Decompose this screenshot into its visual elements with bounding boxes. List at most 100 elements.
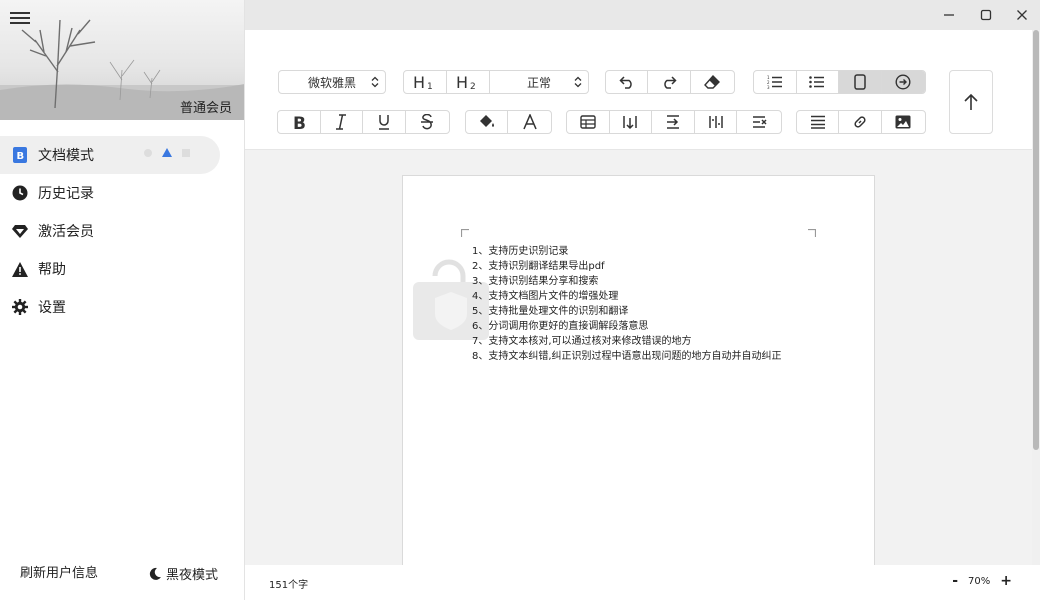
svg-text:H: H [413,74,425,90]
status-bar: 151个字 - 70% + [245,565,1040,600]
export-button[interactable] [881,71,925,93]
align-justify-button[interactable] [797,111,840,133]
undo-button[interactable] [606,71,649,93]
dark-mode-toggle[interactable]: 黑夜模式 [148,564,218,583]
arrow-up-icon [964,93,978,110]
page-view-button[interactable] [839,71,882,93]
maximize-icon [980,9,992,21]
font-family-select[interactable]: 微软雅黑 [278,70,386,94]
svg-text:B: B [17,151,25,162]
sidebar-item-activate-member[interactable]: 激活会员 [0,212,244,250]
document-line: 1、支持历史识别记录 [472,246,569,257]
paragraph-style-value: 正常 [526,75,551,90]
insert-row-icon [667,115,680,129]
sidebar-item-settings[interactable]: 设置 [0,288,244,326]
dark-mode-label: 黑夜模式 [166,568,219,583]
svg-text:2: 2 [470,82,476,90]
minimize-icon [944,14,954,16]
title-bar [245,0,1040,30]
scrollbar-thumb[interactable] [1033,30,1039,450]
arrow-circle-right-icon [895,74,911,90]
zoom-control: - 70% + [952,573,1012,589]
select-arrows-icon [371,76,379,88]
insert-link-button[interactable] [839,111,882,133]
bold-button[interactable]: B [278,111,321,133]
sidebar-item-help[interactable]: 帮助 [0,250,244,288]
close-button[interactable] [1013,6,1031,24]
vertical-scrollbar[interactable] [1032,30,1040,565]
italic-button[interactable] [321,111,363,133]
heading1-button[interactable]: H1 [404,71,447,93]
document-page[interactable]: 1、支持历史识别记录 2、支持识别翻译结果导出pdf 3、支持识别结果分享和搜索 4、… [402,175,875,565]
corner-mark-icon [808,229,816,237]
paragraph-style-select[interactable]: 正常 [490,71,588,93]
heading2-icon: H2 [456,74,476,90]
triangle-icon[interactable] [162,148,172,157]
table-icon [580,115,596,129]
gear-icon [12,299,28,315]
insert-table-button[interactable] [567,111,610,133]
moon-icon [149,567,161,580]
editor-toolbar: 微软雅黑 H1 H2 正常 123 B [245,30,1032,150]
document-line: 2、支持识别翻译结果导出pdf [472,261,605,272]
delete-column-icon [708,116,723,128]
page-icon [854,74,866,90]
bold-icon: B [293,114,306,130]
refresh-user-info-button[interactable]: 刷新用户信息 [20,562,98,581]
document-line: 7、支持文本核对,可以通过核对来修改错误的地方 [472,336,692,347]
heading-group: H1 H2 正常 [403,70,589,94]
ordered-list-button[interactable]: 123 [754,71,797,93]
underline-icon [378,115,389,130]
menu-button[interactable] [10,9,30,27]
zoom-out-button[interactable]: - [952,573,958,589]
editor-area[interactable]: 1、支持历史识别记录 2、支持识别翻译结果导出pdf 3、支持识别结果分享和搜索 4、… [245,151,1032,565]
list-view-group: 123 [753,70,926,94]
zoom-level: 70% [968,575,991,587]
select-arrows-icon [574,76,582,88]
document-line: 8、支持文本纠错,纠正识别过程中语意出现问题的地方自动并自动纠正 [472,351,782,362]
bullet-list-button[interactable] [797,71,839,93]
underline-button[interactable] [363,111,406,133]
square-icon[interactable] [182,148,190,157]
document-line: 5、支持批量处理文件的识别和翻译 [472,306,629,317]
image-icon [895,115,911,129]
sidebar-item-history[interactable]: 历史记录 [0,174,244,212]
sidebar-item-label: 设置 [38,300,66,316]
font-color-icon [522,114,537,130]
clear-format-button[interactable] [691,71,734,93]
maximize-button[interactable] [977,6,995,24]
font-family-value: 微软雅黑 [307,75,356,90]
circle-icon[interactable] [144,148,152,157]
insert-image-button[interactable] [882,111,925,133]
diamond-icon [12,223,28,239]
minimize-button[interactable] [940,6,958,24]
svg-text:3: 3 [767,85,770,89]
sidebar-item-label: 帮助 [38,262,66,278]
heading2-button[interactable]: H2 [447,71,490,93]
svg-text:H: H [456,74,468,90]
paint-bucket-icon [479,115,494,127]
sidebar-item-label: 激活会员 [38,224,94,240]
insert-group [796,110,926,134]
redo-button[interactable] [648,71,691,93]
insert-column-button[interactable] [610,111,653,133]
zoom-in-button[interactable]: + [1000,573,1012,589]
sidebar-item-doc-mode[interactable]: B 文档模式 [0,136,220,174]
history-group [605,70,735,94]
delete-column-button[interactable] [695,111,738,133]
sidebar: 普通会员 B 文档模式 历史记录 激活会员 帮助 设置 刷新用户信息 黑夜模式 [0,0,245,600]
font-color-button[interactable] [508,111,551,133]
color-group [465,110,552,134]
document-line: 6、分词调用你更好的直接调解段落意思 [472,321,649,332]
strikethrough-button[interactable] [406,111,449,133]
scroll-top-button[interactable] [949,70,993,134]
italic-icon [336,114,347,130]
char-count: 151个字 [269,580,309,591]
fill-color-button[interactable] [466,111,509,133]
table-group [566,110,782,134]
delete-row-button[interactable] [737,111,781,133]
strikethrough-icon [421,114,434,130]
document-content[interactable]: 1、支持历史识别记录 2、支持识别翻译结果导出pdf 3、支持识别结果分享和搜索 4、… [472,244,802,364]
insert-row-button[interactable] [652,111,695,133]
sidebar-item-label: 文档模式 [38,148,94,164]
